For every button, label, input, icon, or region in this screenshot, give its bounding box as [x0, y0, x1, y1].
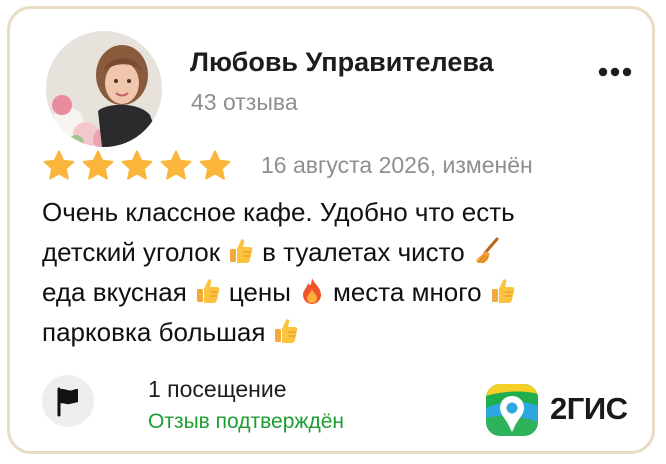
star-icon	[82, 150, 114, 180]
brand[interactable]: 2ГИС	[484, 382, 654, 442]
thumbs-up-emoji-icon	[491, 279, 515, 303]
review-text-fragment: парковка большая	[42, 317, 266, 347]
review-line: еда вкусная цены места много	[42, 272, 642, 312]
2gis-logo-icon	[486, 384, 538, 436]
review-text-fragment: в туалетах чисто	[262, 237, 465, 267]
user-photo-icon	[46, 31, 162, 147]
review-text-fragment: еда вкусная	[42, 277, 187, 307]
report-button[interactable]	[42, 375, 94, 427]
star-icon	[160, 150, 192, 180]
review-date: 16 августа 2026, изменён	[261, 152, 533, 178]
review-line: парковка большая	[42, 312, 642, 352]
thumbs-up-emoji-icon	[275, 319, 298, 343]
review-line: Очень классное кафе. Удобно что есть	[42, 192, 642, 232]
fire-emoji-icon	[302, 278, 321, 304]
more-options-button[interactable]	[595, 59, 635, 85]
flag-icon	[57, 387, 78, 417]
more-horizontal-icon	[598, 67, 632, 77]
author-name[interactable]: Любовь Управителева	[190, 47, 494, 78]
star-icon	[43, 150, 75, 180]
review-text-fragment: Очень классное кафе. Удобно что есть	[42, 197, 515, 227]
review-text-fragment: цены	[228, 277, 291, 307]
thumbs-up-emoji-icon	[230, 239, 253, 263]
verified-status: Отзыв подтверждён	[148, 410, 344, 433]
review-text-fragment: места много	[332, 277, 482, 307]
star-icon	[121, 150, 153, 180]
avatar[interactable]	[46, 31, 162, 147]
broom-emoji-icon	[476, 237, 499, 264]
brand-name: 2ГИС	[550, 391, 628, 426]
thumbs-up-emoji-icon	[196, 279, 220, 303]
review-card: Любовь Управителева 43 отзыва 16 августа…	[7, 6, 655, 454]
review-text-fragment: детский уголок	[42, 237, 221, 267]
review-line: детский уголок в туалетах чисто	[42, 232, 642, 272]
visits-count: 1 посещение	[148, 376, 287, 402]
review-text: Очень классное кафе. Удобно что есть дет…	[42, 192, 642, 352]
author-reviews-count: 43 отзыва	[191, 89, 298, 115]
star-icon	[199, 150, 231, 180]
